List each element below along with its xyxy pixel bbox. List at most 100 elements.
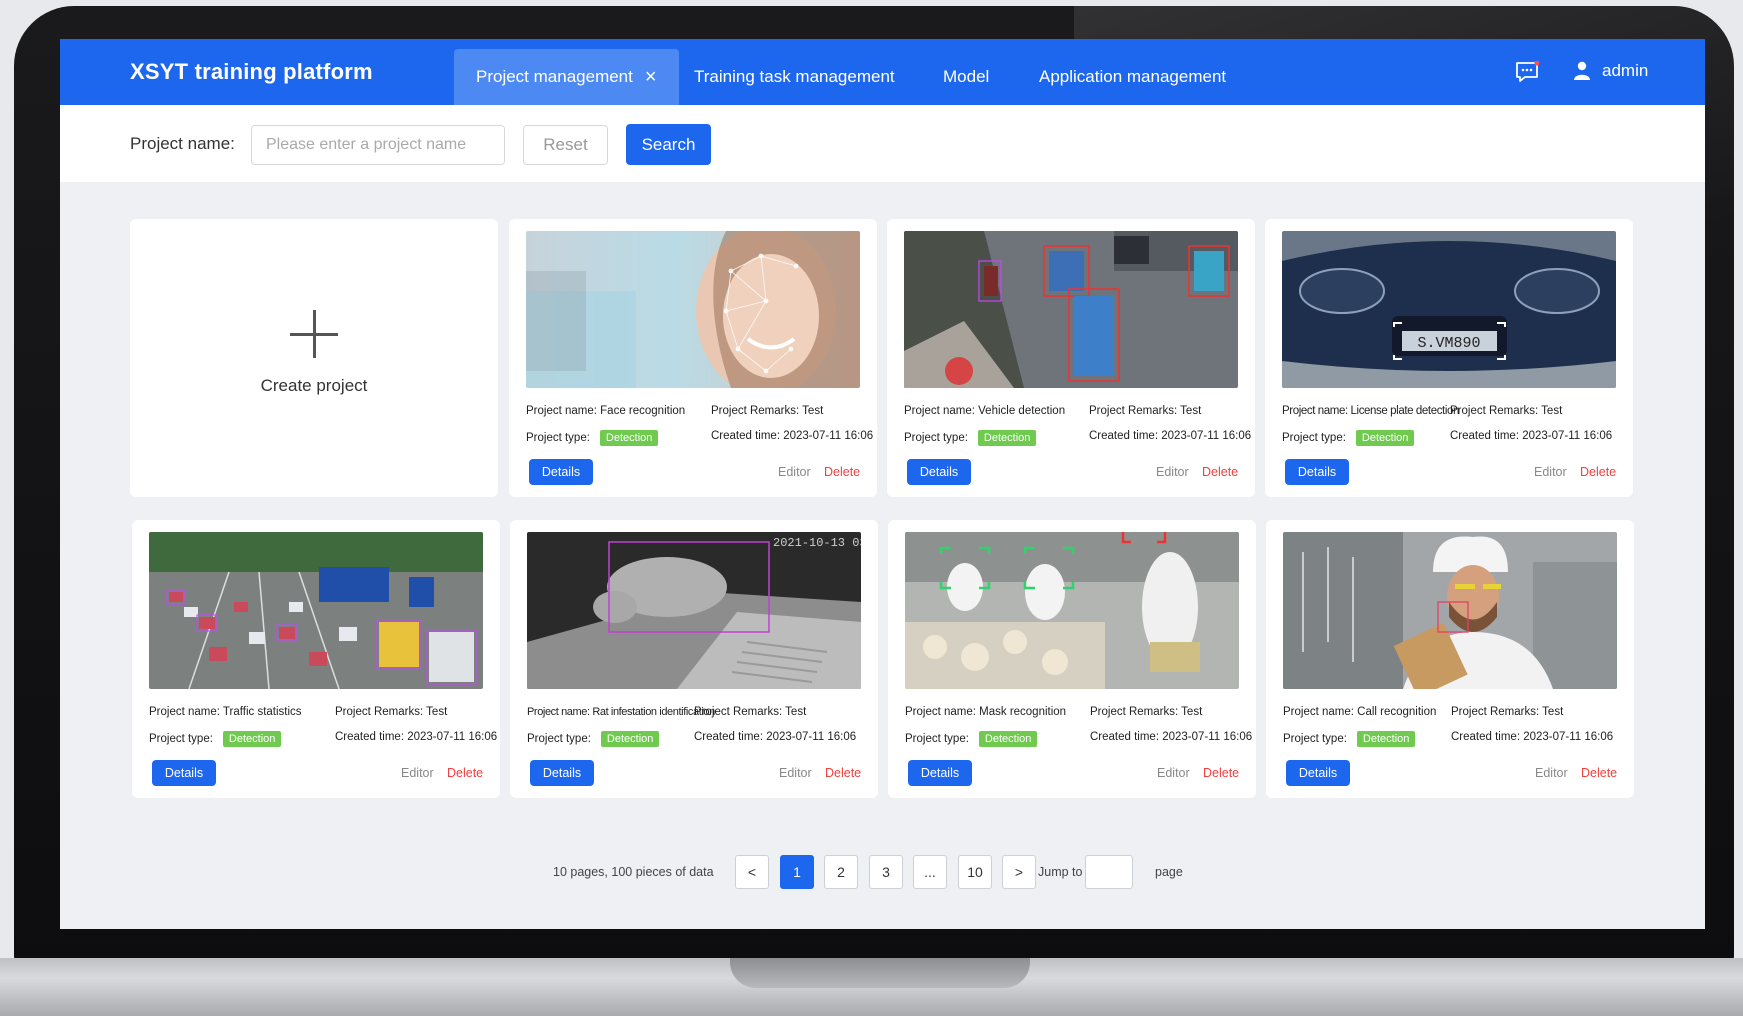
project-card: S.VM890 Project name: License plate dete… — [1265, 219, 1633, 497]
editor-link[interactable]: Editor — [1157, 766, 1190, 780]
project-type: Project type: Detection — [149, 731, 282, 747]
created-time: Created time: 2023-07-11 16:06 — [1451, 731, 1614, 743]
project-remarks: Project Remarks: Test — [1450, 405, 1563, 417]
page-button-3[interactable]: 3 — [869, 855, 903, 889]
details-button[interactable]: Details — [529, 459, 593, 485]
delete-link[interactable]: Delete — [1202, 465, 1238, 479]
tab-label: Model — [943, 67, 990, 86]
project-name: Project name: Call recognition — [1283, 706, 1437, 718]
created-time: Created time: 2023-07-11 16:06 — [1450, 430, 1613, 442]
next-page-button[interactable]: > — [1002, 855, 1036, 889]
user-name[interactable]: admin — [1602, 61, 1648, 81]
top-nav-bar: XSYT training platform Project managemen… — [60, 39, 1705, 105]
project-name-label: Project name: — [130, 134, 235, 153]
delete-link[interactable]: Delete — [447, 766, 483, 780]
project-name: Project name: Face recognition — [526, 405, 686, 417]
created-time: Created time: 2023-07-11 16:06 — [1090, 731, 1253, 743]
project-type: Project type: Detection — [526, 430, 659, 446]
project-type-label: Project type: — [905, 733, 969, 745]
user-icon[interactable] — [1573, 61, 1591, 81]
project-type: Project type: Detection — [904, 430, 1037, 446]
editor-link[interactable]: Editor — [1534, 465, 1567, 479]
page-button-10[interactable]: 10 — [958, 855, 992, 889]
project-type-label: Project type: — [149, 733, 213, 745]
jump-page-input[interactable] — [1085, 855, 1133, 889]
editor-link[interactable]: Editor — [778, 465, 811, 479]
project-card: Project name: Traffic statistics Project… — [132, 520, 500, 798]
created-time: Created time: 2023-07-11 16:06 — [694, 731, 857, 743]
details-button[interactable]: Details — [908, 760, 972, 786]
project-type: Project type: Detection — [905, 731, 1038, 747]
create-project-label: Create project — [260, 376, 368, 395]
page-label: page — [1155, 865, 1183, 879]
tab-model[interactable]: Model — [921, 49, 1011, 105]
tab-training-task-management[interactable]: Training task management — [672, 49, 917, 105]
plus-icon — [290, 310, 338, 358]
app-screen: XSYT training platform Project managemen… — [60, 39, 1705, 929]
message-icon[interactable] — [1515, 61, 1539, 83]
project-type: Project type: Detection — [1283, 731, 1416, 747]
project-card: Project name: Mask recognition Project R… — [888, 520, 1256, 798]
type-badge: Detection — [977, 430, 1037, 446]
project-remarks: Project Remarks: Test — [335, 706, 448, 718]
project-name: Project name: Vehicle detection — [904, 405, 1066, 417]
project-type-label: Project type: — [526, 432, 590, 444]
page-button-1[interactable]: 1 — [780, 855, 814, 889]
delete-link[interactable]: Delete — [1581, 766, 1617, 780]
details-button[interactable]: Details — [1285, 459, 1349, 485]
editor-link[interactable]: Editor — [401, 766, 434, 780]
project-card: Project name: Call recognition Project R… — [1266, 520, 1634, 798]
details-button[interactable]: Details — [907, 459, 971, 485]
created-time: Created time: 2023-07-11 16:06 — [1089, 430, 1252, 442]
type-badge: Detection — [978, 731, 1038, 747]
created-time: Created time: 2023-07-11 16:06 — [335, 731, 498, 743]
tab-label: Project management — [476, 67, 633, 86]
details-button[interactable]: Details — [530, 760, 594, 786]
vehicle-detection-image — [904, 231, 1238, 388]
details-button[interactable]: Details — [152, 760, 216, 786]
project-type-label: Project type: — [1282, 432, 1346, 444]
page-button-2[interactable]: 2 — [824, 855, 858, 889]
delete-link[interactable]: Delete — [825, 766, 861, 780]
create-project-card[interactable]: Create project — [130, 219, 498, 497]
project-type: Project type: Detection — [1282, 430, 1415, 446]
project-remarks: Project Remarks: Test — [694, 706, 807, 718]
search-bar: Project name: Reset Search — [60, 105, 1705, 182]
chevron-left-icon: < — [747, 864, 757, 880]
pagination: 10 pages, 100 pieces of data < 1 2 3 ...… — [60, 855, 1705, 891]
reset-button[interactable]: Reset — [523, 125, 608, 165]
delete-link[interactable]: Delete — [824, 465, 860, 479]
project-type-label: Project type: — [527, 733, 591, 745]
laptop-notch — [730, 958, 1030, 988]
project-card: 2021-10-13 03 Project name: Rat infestat… — [510, 520, 878, 798]
project-type: Project type: Detection — [527, 731, 660, 747]
type-badge: Detection — [599, 430, 659, 446]
project-name: Project name: Rat infestation identifica… — [527, 706, 715, 718]
editor-link[interactable]: Editor — [779, 766, 812, 780]
delete-link[interactable]: Delete — [1203, 766, 1239, 780]
project-type-label: Project type: — [904, 432, 968, 444]
type-badge: Detection — [1356, 731, 1416, 747]
chevron-right-icon: > — [1014, 864, 1024, 880]
project-card: Project name: Vehicle detection Project … — [887, 219, 1255, 497]
traffic-image — [149, 532, 483, 689]
page-ellipsis[interactable]: ... — [913, 855, 947, 889]
kitchen-mask-image — [905, 532, 1239, 689]
project-remarks: Project Remarks: Test — [1089, 405, 1202, 417]
tab-application-management[interactable]: Application management — [1017, 49, 1248, 105]
close-icon[interactable]: × — [645, 67, 657, 87]
delete-link[interactable]: Delete — [1580, 465, 1616, 479]
prev-page-button[interactable]: < — [735, 855, 769, 889]
pagination-total: 10 pages, 100 pieces of data — [553, 865, 714, 879]
project-name-input[interactable] — [251, 125, 505, 165]
project-remarks: Project Remarks: Test — [1451, 706, 1564, 718]
editor-link[interactable]: Editor — [1535, 766, 1568, 780]
tab-project-management[interactable]: Project management × — [454, 49, 679, 105]
project-remarks: Project Remarks: Test — [1090, 706, 1203, 718]
search-button[interactable]: Search — [626, 124, 711, 165]
editor-link[interactable]: Editor — [1156, 465, 1189, 479]
details-button[interactable]: Details — [1286, 760, 1350, 786]
project-card: Project name: Face recognition Project R… — [509, 219, 877, 497]
face-recognition-image — [526, 231, 860, 388]
project-remarks: Project Remarks: Test — [711, 405, 824, 417]
